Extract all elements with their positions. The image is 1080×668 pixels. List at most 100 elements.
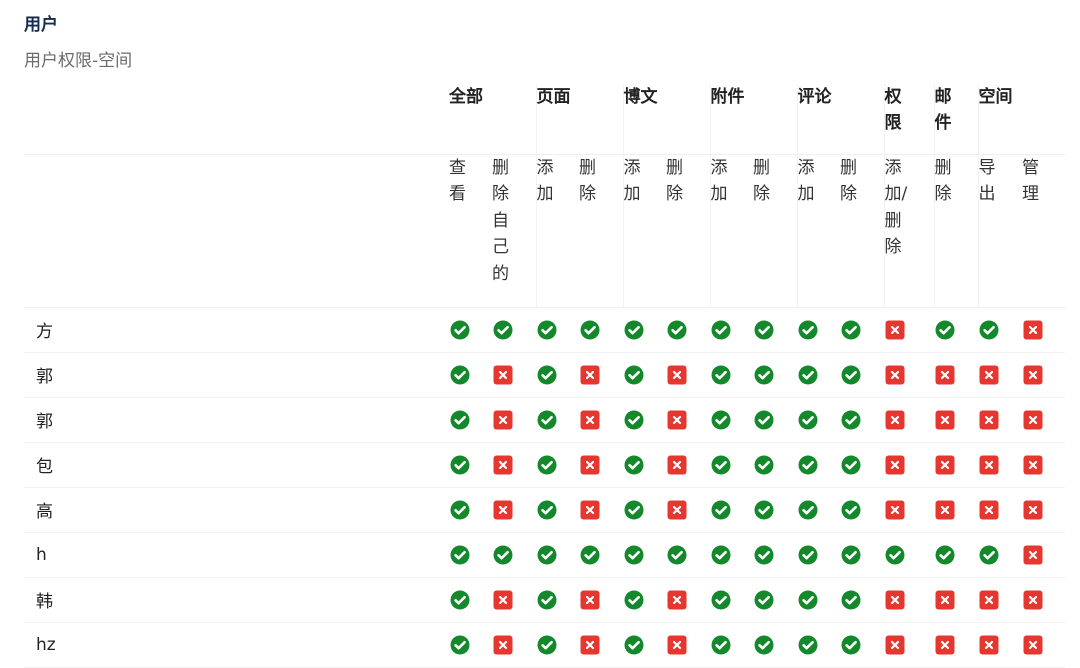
- permission-cell: [623, 352, 666, 398]
- permission-cell: [492, 352, 536, 398]
- permission-cell: [1022, 397, 1065, 443]
- table-row: 高: [24, 487, 1065, 533]
- permission-column-header: 删除: [579, 154, 623, 308]
- permission-column-label: 管理: [1022, 157, 1039, 205]
- permission-column-label: 添加: [710, 157, 728, 205]
- permission-cell: [753, 532, 797, 578]
- permission-cell: [797, 442, 840, 488]
- user-name: 郭: [24, 397, 449, 443]
- permission-cell: [536, 442, 579, 488]
- check-circle-icon: [798, 365, 818, 385]
- permission-cell: [536, 307, 579, 353]
- permission-cell: [492, 307, 536, 353]
- x-square-icon: [493, 590, 513, 610]
- permission-cell: [579, 307, 623, 353]
- permission-cell: [492, 487, 536, 533]
- permission-cell: [492, 532, 536, 578]
- x-square-icon: [493, 500, 513, 520]
- check-circle-icon: [624, 410, 644, 430]
- user-name: 方: [24, 307, 449, 353]
- permission-cell: [884, 442, 934, 488]
- permission-column-label: 删除: [579, 157, 596, 205]
- x-square-icon: [979, 455, 999, 475]
- table-row: h: [24, 532, 1065, 578]
- x-square-icon: [493, 365, 513, 385]
- check-circle-icon: [537, 545, 557, 565]
- permission-cell: [840, 487, 884, 533]
- permission-cell: [710, 397, 753, 443]
- permission-cell: [666, 577, 710, 623]
- x-square-icon: [667, 500, 687, 520]
- permission-group-label: 全部: [449, 87, 483, 107]
- permission-cell: [884, 487, 934, 533]
- permission-cell: [623, 487, 666, 533]
- permission-cell: [840, 352, 884, 398]
- permission-cell: [666, 532, 710, 578]
- permission-cell: [797, 352, 840, 398]
- permission-column-label: 删除: [753, 157, 770, 205]
- permission-column-header: 删除: [666, 154, 710, 308]
- permission-cell: [884, 397, 934, 443]
- check-circle-icon: [537, 500, 557, 520]
- permission-cell: [666, 352, 710, 398]
- table-row: 包: [24, 442, 1065, 488]
- x-square-icon: [885, 500, 905, 520]
- x-square-icon: [1023, 545, 1043, 565]
- permission-group-header: 邮件: [933, 84, 978, 155]
- permission-cell: [623, 442, 666, 488]
- permission-cell: [579, 442, 623, 488]
- permission-cell: [666, 307, 710, 353]
- table-row: 韩: [24, 577, 1065, 623]
- permission-group-label: 博文: [623, 87, 658, 107]
- page-title: 用户: [24, 15, 58, 35]
- permission-cell: [623, 532, 666, 578]
- permission-group-label: 评论: [797, 87, 832, 107]
- permission-cell: [840, 307, 884, 353]
- permission-cell: [978, 487, 1022, 533]
- user-name: 高: [24, 487, 449, 533]
- permission-column-header: 添加: [709, 154, 753, 308]
- check-circle-icon: [624, 500, 644, 520]
- check-circle-icon: [798, 590, 818, 610]
- check-circle-icon: [711, 455, 731, 475]
- permission-cell: [978, 442, 1022, 488]
- x-square-icon: [979, 500, 999, 520]
- check-circle-icon: [667, 545, 687, 565]
- check-circle-icon: [798, 455, 818, 475]
- permission-cell: [579, 397, 623, 443]
- check-circle-icon: [711, 320, 731, 340]
- table-row: 郭: [24, 352, 1065, 398]
- permission-cell: [797, 487, 840, 533]
- x-square-icon: [885, 590, 905, 610]
- check-circle-icon: [754, 590, 774, 610]
- check-circle-icon: [841, 365, 861, 385]
- check-circle-icon: [450, 590, 470, 610]
- permission-column-label: 删除: [934, 157, 952, 205]
- permission-column-header-row: 查看 删除自己的 添加 删除 添加 删除 添加 删除 添加 删除 添加/删除 删除 导出 管理: [24, 154, 1065, 308]
- check-circle-icon: [537, 320, 557, 340]
- permission-cell: [978, 397, 1022, 443]
- x-square-icon: [885, 365, 905, 385]
- check-circle-icon: [841, 410, 861, 430]
- permission-group-header: 页面: [535, 84, 623, 155]
- permission-cell: [623, 397, 666, 443]
- check-circle-icon: [450, 320, 470, 340]
- permission-cell: [840, 442, 884, 488]
- permission-column-label: 导出: [978, 157, 996, 205]
- x-square-icon: [1023, 500, 1043, 520]
- permission-column-header: 添加/删除: [883, 154, 934, 308]
- permission-group-header: 博文: [622, 84, 710, 155]
- x-square-icon: [493, 455, 513, 475]
- check-circle-icon: [754, 500, 774, 520]
- permission-group-label: 权限: [884, 87, 902, 133]
- permission-cell: [536, 352, 579, 398]
- check-circle-icon: [624, 590, 644, 610]
- table-row: 郭: [24, 397, 1065, 443]
- permission-cell: [579, 487, 623, 533]
- x-square-icon: [580, 365, 600, 385]
- x-square-icon: [935, 455, 955, 475]
- check-circle-icon: [667, 320, 687, 340]
- permission-group-header: 权限: [883, 84, 934, 155]
- permission-group-header: 全部: [449, 84, 536, 155]
- header-blank-cell: [24, 84, 449, 155]
